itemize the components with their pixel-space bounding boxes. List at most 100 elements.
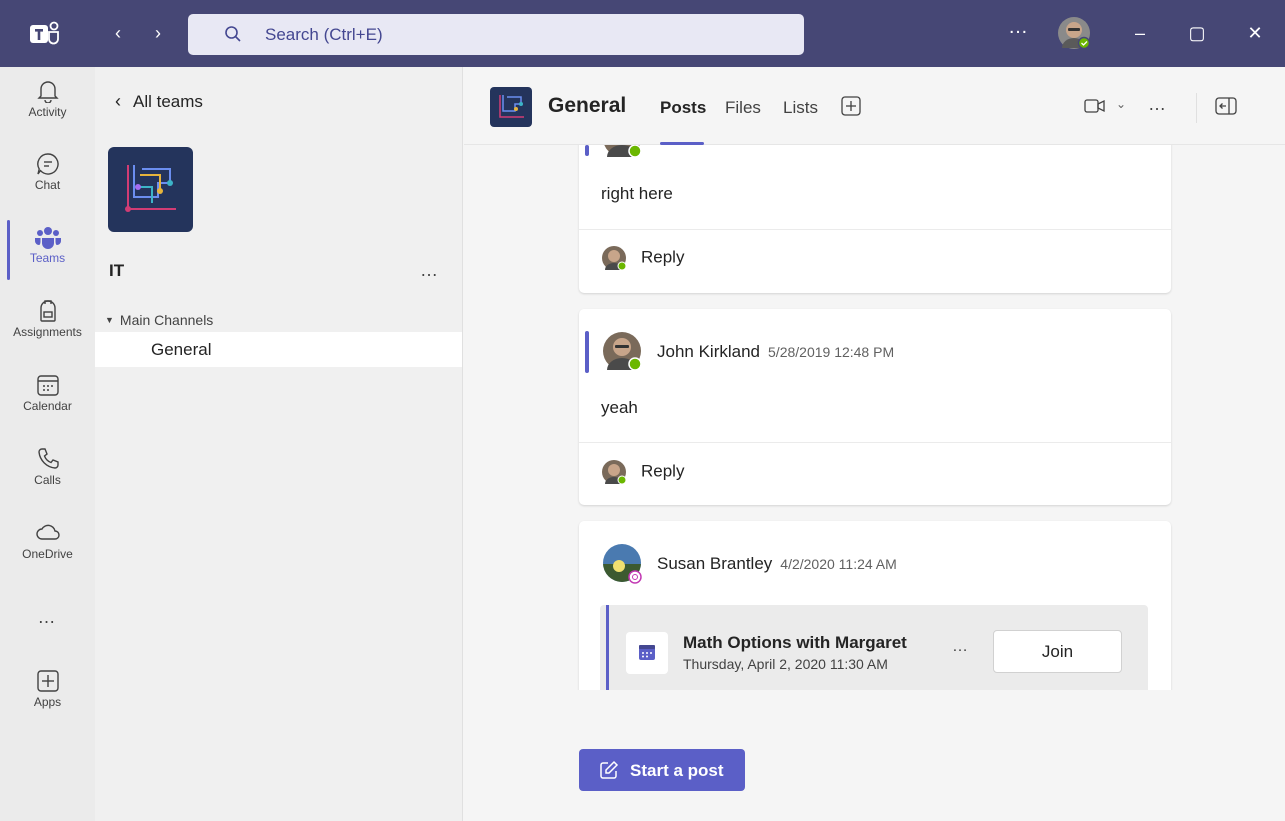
reply-label: Reply bbox=[641, 461, 685, 481]
cloud-icon bbox=[35, 524, 60, 540]
all-teams-label: All teams bbox=[133, 92, 203, 111]
header-divider bbox=[1196, 93, 1197, 123]
channel-more-button[interactable]: … bbox=[1148, 94, 1167, 115]
phone-icon bbox=[37, 448, 59, 469]
calendar-icon bbox=[36, 375, 59, 396]
open-panel-icon[interactable] bbox=[1215, 96, 1237, 116]
post-timestamp: 4/2/2020 11:24 AM bbox=[780, 556, 897, 572]
post-accent-bar bbox=[585, 331, 589, 373]
title-bar: ‹ › Search (Ctrl+E) … – ▢ ✕ bbox=[0, 0, 1285, 67]
reply-button[interactable]: Reply bbox=[601, 459, 684, 485]
caret-down-icon: ▼ bbox=[105, 315, 114, 325]
reply-button[interactable]: Reply bbox=[601, 245, 684, 271]
post-card: right here Reply bbox=[579, 145, 1171, 293]
close-button[interactable]: ✕ bbox=[1242, 20, 1268, 46]
post-timestamp: 5/28/2019 12:48 PM bbox=[768, 344, 895, 360]
backpack-icon bbox=[39, 300, 56, 322]
my-avatar-icon bbox=[602, 460, 627, 485]
posts-feed[interactable]: right here Reply John Kirkland 5/28/2019… bbox=[464, 145, 1285, 690]
channel-view: General Posts Files Lists ⌄ … right here… bbox=[464, 67, 1285, 821]
rail-item-assignments[interactable]: Assignments bbox=[0, 299, 95, 369]
compose-icon bbox=[600, 760, 619, 779]
maximize-button[interactable]: ▢ bbox=[1184, 20, 1210, 46]
tab-lists[interactable]: Lists bbox=[783, 98, 818, 118]
tab-files[interactable]: Files bbox=[725, 98, 761, 118]
meeting-accent-bar bbox=[606, 605, 609, 690]
search-placeholder: Search (Ctrl+E) bbox=[265, 25, 383, 44]
rail-label: Calls bbox=[34, 473, 61, 487]
post-meta: John Kirkland 5/28/2019 12:48 PM bbox=[657, 342, 894, 362]
meeting-card[interactable]: Math Options with Margaret Thursday, Apr… bbox=[600, 605, 1148, 690]
post-divider bbox=[579, 229, 1171, 230]
teams-icon bbox=[34, 227, 61, 249]
post-body: right here bbox=[601, 184, 673, 203]
video-camera-icon[interactable] bbox=[1084, 96, 1106, 116]
rail-item-onedrive[interactable]: OneDrive bbox=[0, 521, 95, 591]
rail-label: OneDrive bbox=[22, 547, 73, 561]
rail-item-chat[interactable]: Chat bbox=[0, 152, 95, 222]
post-meta: Susan Brantley 4/2/2020 11:24 AM bbox=[657, 554, 897, 574]
rail-label: Apps bbox=[33, 695, 62, 709]
post-body: yeah bbox=[601, 398, 638, 417]
post-author[interactable]: John Kirkland bbox=[657, 342, 760, 361]
profile-avatar-icon[interactable] bbox=[1057, 16, 1091, 50]
chat-icon bbox=[36, 153, 59, 175]
post-card: Susan Brantley 4/2/2020 11:24 AM Math Opt… bbox=[579, 521, 1171, 690]
rail-item-calendar[interactable]: Calendar bbox=[0, 373, 95, 443]
avatar bbox=[604, 145, 642, 158]
channel-header: General Posts Files Lists ⌄ … bbox=[464, 67, 1285, 145]
calendar-icon bbox=[639, 645, 655, 660]
start-post-button[interactable]: Start a post bbox=[579, 749, 745, 791]
bell-icon bbox=[36, 81, 59, 103]
rail-label: Calendar bbox=[23, 399, 72, 413]
meeting-more-button[interactable]: … bbox=[952, 638, 969, 656]
channel-item-general[interactable]: General bbox=[95, 332, 462, 367]
meeting-title: Math Options with Margaret bbox=[683, 633, 907, 652]
avatar bbox=[603, 332, 642, 371]
channel-team-icon bbox=[490, 87, 532, 127]
app-rail: Activity Chat Teams Assignments Calendar… bbox=[0, 67, 95, 821]
my-avatar-icon bbox=[602, 246, 627, 271]
team-more-button[interactable]: … bbox=[420, 260, 439, 281]
channel-section-header[interactable]: ▼ Main Channels bbox=[105, 312, 213, 328]
rail-item-calls[interactable]: Calls bbox=[0, 447, 95, 517]
post-card: John Kirkland 5/28/2019 12:48 PM yeah Rep… bbox=[579, 309, 1171, 505]
team-name: IT bbox=[109, 261, 125, 280]
teams-logo-icon bbox=[30, 21, 59, 45]
start-post-label: Start a post bbox=[630, 761, 724, 780]
meeting-time: Thursday, April 2, 2020 11:30 AM bbox=[683, 656, 888, 672]
team-logo-icon bbox=[125, 165, 176, 212]
rail-item-teams[interactable]: Teams bbox=[0, 225, 95, 295]
rail-item-apps[interactable]: Apps bbox=[0, 669, 95, 739]
channel-title: General bbox=[548, 94, 627, 117]
tab-posts[interactable]: Posts bbox=[660, 98, 706, 118]
section-label: Main Channels bbox=[119, 312, 214, 328]
avatar bbox=[603, 544, 642, 584]
post-divider bbox=[579, 442, 1171, 443]
back-button[interactable]: ‹ bbox=[107, 22, 129, 44]
rail-label: Activity bbox=[28, 105, 67, 119]
post-author[interactable]: Susan Brantley bbox=[657, 554, 772, 573]
settings-more-button[interactable]: … bbox=[1008, 16, 1029, 39]
search-box[interactable]: Search (Ctrl+E) bbox=[188, 14, 804, 55]
minimize-button[interactable]: – bbox=[1127, 20, 1153, 46]
rail-item-activity[interactable]: Activity bbox=[0, 79, 95, 149]
forward-button[interactable]: › bbox=[147, 22, 169, 44]
chevron-left-icon: ‹ bbox=[115, 91, 121, 111]
rail-label: Chat bbox=[34, 178, 61, 192]
rail-more-apps-button[interactable]: … bbox=[0, 607, 95, 628]
rail-label: Assignments bbox=[13, 325, 82, 339]
chevron-down-icon[interactable]: ⌄ bbox=[1116, 97, 1126, 111]
team-logo bbox=[108, 147, 193, 232]
add-tab-icon[interactable] bbox=[841, 96, 861, 116]
channel-label: General bbox=[151, 340, 212, 359]
search-icon bbox=[225, 26, 241, 42]
add-app-icon bbox=[36, 670, 59, 692]
post-accent-bar bbox=[585, 145, 589, 156]
all-teams-button[interactable]: ‹ All teams bbox=[115, 91, 203, 112]
rail-label: Teams bbox=[29, 251, 66, 265]
join-button[interactable]: Join bbox=[993, 630, 1122, 673]
meeting-icon-tile bbox=[626, 632, 668, 674]
reply-label: Reply bbox=[641, 247, 685, 267]
team-panel: ‹ All teams IT … ▼ Main Channels General bbox=[95, 67, 463, 821]
